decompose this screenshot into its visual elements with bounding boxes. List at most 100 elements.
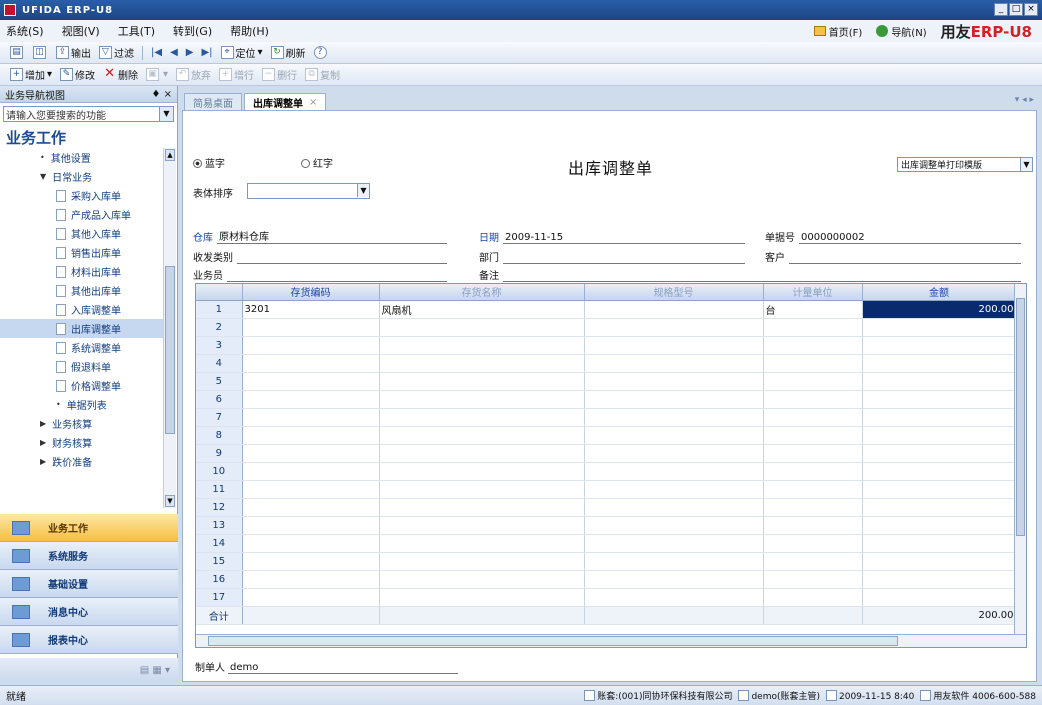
- cell-code[interactable]: [242, 570, 380, 589]
- cell-code[interactable]: [242, 336, 380, 355]
- table-row[interactable]: 7: [196, 408, 1017, 427]
- cell-spec[interactable]: [584, 498, 764, 517]
- sidebar-item[interactable]: 价格调整单: [0, 376, 163, 395]
- column-header-spec[interactable]: 规格型号: [584, 284, 764, 301]
- cell-amount[interactable]: [862, 372, 1017, 391]
- cell-code[interactable]: [242, 462, 380, 481]
- filter-button[interactable]: ▽ 过滤: [99, 45, 134, 60]
- cell-unit[interactable]: [763, 552, 863, 571]
- cell-name[interactable]: [379, 462, 585, 481]
- table-row[interactable]: 1 3201 风扇机 台 200.00: [196, 300, 1017, 319]
- sidebar-item[interactable]: 材料出库单: [0, 262, 163, 281]
- cell-amount[interactable]: [862, 444, 1017, 463]
- cell-code[interactable]: [242, 516, 380, 535]
- cell-spec[interactable]: [584, 336, 764, 355]
- scroll-down-icon[interactable]: ▼: [165, 495, 175, 507]
- print-template-select[interactable]: 出库调整单打印模版 ▼: [897, 157, 1033, 172]
- cell-name[interactable]: [379, 372, 585, 391]
- sidebar-item[interactable]: 采购入库单: [0, 186, 163, 205]
- table-row[interactable]: 8: [196, 426, 1017, 445]
- save-button[interactable]: ▣ ▾: [146, 68, 168, 81]
- cell-name[interactable]: 风扇机: [379, 300, 585, 319]
- table-row[interactable]: 15: [196, 552, 1017, 571]
- warehouse-field[interactable]: 仓库 原材料仓库: [193, 229, 447, 244]
- last-record-button[interactable]: ▶|: [201, 47, 212, 58]
- print-button[interactable]: ▤: [10, 46, 25, 59]
- navigate-button[interactable]: 导航(N): [876, 24, 927, 39]
- grid-horizontal-scrollbar[interactable]: [196, 634, 1026, 647]
- cell-name[interactable]: [379, 390, 585, 409]
- table-row[interactable]: 13: [196, 516, 1017, 535]
- menu-help[interactable]: 帮助(H): [230, 23, 269, 39]
- sidebar-item[interactable]: 假退料单: [0, 357, 163, 376]
- tab-desktop[interactable]: 简易桌面: [184, 93, 242, 110]
- cell-unit[interactable]: [763, 408, 863, 427]
- cell-spec[interactable]: [584, 354, 764, 373]
- sidebar-item[interactable]: • 其他设置: [0, 148, 163, 167]
- grid-vertical-scrollbar[interactable]: [1014, 284, 1026, 634]
- sidebar-item[interactable]: 出库调整单: [0, 319, 163, 338]
- date-field[interactable]: 日期 2009-11-15: [479, 229, 745, 244]
- cell-unit[interactable]: [763, 318, 863, 337]
- tab-outbound-adjustment[interactable]: 出库调整单 ×: [244, 93, 327, 110]
- cell-amount[interactable]: [862, 390, 1017, 409]
- column-header-name[interactable]: 存货名称: [379, 284, 585, 301]
- cell-name[interactable]: [379, 588, 585, 607]
- cell-unit[interactable]: [763, 390, 863, 409]
- cell-spec[interactable]: [584, 588, 764, 607]
- cell-unit[interactable]: [763, 480, 863, 499]
- column-header-code[interactable]: 存货编码: [242, 284, 380, 301]
- column-header-amount[interactable]: 金额: [862, 284, 1017, 301]
- table-row[interactable]: 3: [196, 336, 1017, 355]
- home-button[interactable]: 首页(F): [813, 24, 862, 39]
- nav-button[interactable]: 系统服务: [0, 542, 178, 570]
- export-button[interactable]: ⇪ 输出: [56, 45, 91, 60]
- cell-unit[interactable]: [763, 570, 863, 589]
- sidebar-item[interactable]: ▶ 跌价准备: [0, 452, 163, 471]
- cell-spec[interactable]: [584, 426, 764, 445]
- cell-unit[interactable]: [763, 498, 863, 517]
- sidebar-item[interactable]: ▶ 财务核算: [0, 433, 163, 452]
- cell-amount[interactable]: [862, 336, 1017, 355]
- sort-select[interactable]: ▼: [247, 183, 370, 199]
- sidebar-item[interactable]: 入库调整单: [0, 300, 163, 319]
- sidebar-item[interactable]: 系统调整单: [0, 338, 163, 357]
- table-row[interactable]: 12: [196, 498, 1017, 517]
- scroll-up-icon[interactable]: ▲: [165, 149, 175, 161]
- cell-spec[interactable]: [584, 372, 764, 391]
- next-record-button[interactable]: ▶: [186, 47, 194, 58]
- cell-name[interactable]: [379, 534, 585, 553]
- column-header-unit[interactable]: 计量单位: [763, 284, 863, 301]
- table-row[interactable]: 17: [196, 588, 1017, 607]
- cell-spec[interactable]: [584, 516, 764, 535]
- table-row[interactable]: 5: [196, 372, 1017, 391]
- sidebar-item[interactable]: 产成品入库单: [0, 205, 163, 224]
- cell-unit[interactable]: [763, 534, 863, 553]
- cell-amount[interactable]: [862, 516, 1017, 535]
- cell-unit[interactable]: [763, 462, 863, 481]
- sidebar-item[interactable]: 其他出库单: [0, 281, 163, 300]
- cell-amount[interactable]: [862, 498, 1017, 517]
- sidebar-item[interactable]: • 单据列表: [0, 395, 163, 414]
- cell-code[interactable]: [242, 552, 380, 571]
- cell-name[interactable]: [379, 318, 585, 337]
- sidebar-item[interactable]: ▼ 日常业务: [0, 167, 163, 186]
- cell-amount[interactable]: [862, 570, 1017, 589]
- cell-unit[interactable]: [763, 426, 863, 445]
- discard-button[interactable]: ↶ 放弃: [176, 67, 211, 82]
- remark-field[interactable]: 备注: [479, 267, 1021, 282]
- function-search-input[interactable]: 请输入您要搜索的功能 ▼: [3, 106, 174, 122]
- department-field[interactable]: 部门: [479, 249, 745, 264]
- nav-button[interactable]: 业务工作: [0, 514, 178, 542]
- help-button[interactable]: ?: [313, 46, 329, 59]
- cell-unit[interactable]: [763, 336, 863, 355]
- cell-name[interactable]: [379, 408, 585, 427]
- cell-name[interactable]: [379, 570, 585, 589]
- cell-spec[interactable]: [584, 444, 764, 463]
- copy-button[interactable]: ⧉ 复制: [305, 67, 340, 82]
- scroll-thumb[interactable]: [165, 266, 175, 434]
- cell-name[interactable]: [379, 444, 585, 463]
- nav-button[interactable]: 报表中心: [0, 626, 178, 654]
- table-row[interactable]: 11: [196, 480, 1017, 499]
- cell-amount[interactable]: [862, 354, 1017, 373]
